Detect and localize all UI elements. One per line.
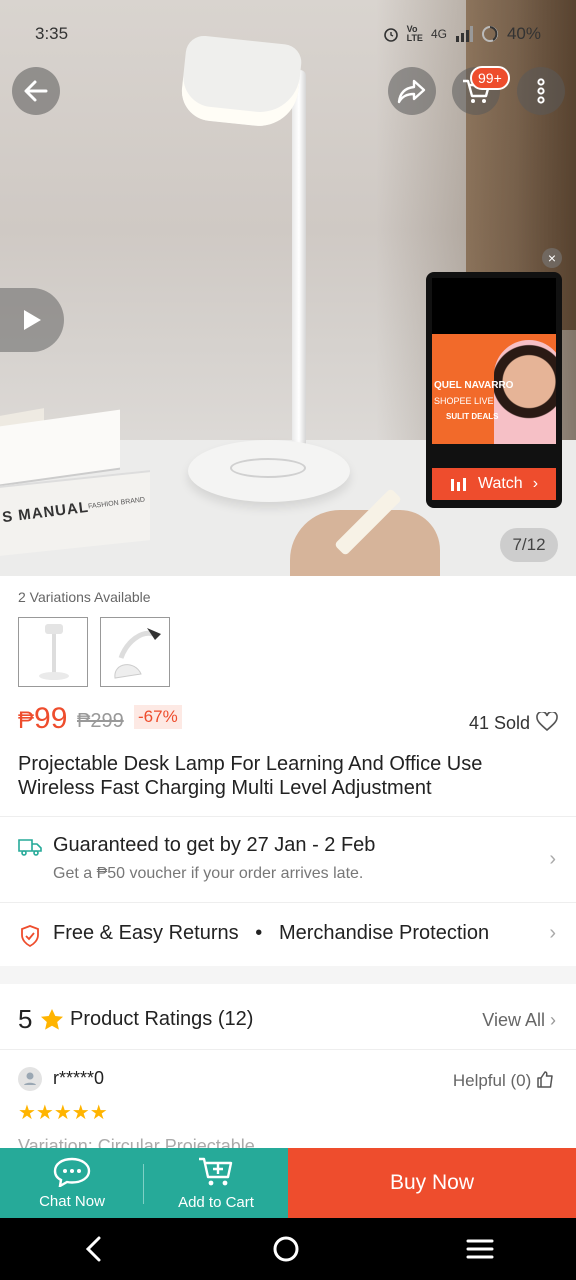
reviewer-name: r*****0 (53, 1068, 105, 1088)
free-returns-label: Free & Easy Returns (53, 922, 239, 944)
merchandise-protection-label: Merchandise Protection (278, 922, 490, 944)
play-video-button[interactable] (0, 288, 64, 352)
lamp-base (188, 440, 350, 502)
shipping-voucher-note: Get a ₱50 voucher if your order arrives … (53, 865, 364, 882)
more-vertical-icon (537, 78, 545, 104)
heart-icon (536, 710, 558, 732)
back-nav-icon[interactable] (82, 1235, 106, 1263)
price-value: 99 (34, 702, 68, 735)
product-title: Projectable Desk Lamp For Learning And O… (18, 753, 483, 799)
battery-level: 40% (506, 24, 541, 43)
live-tagline: SULIT DEALS (446, 412, 499, 421)
more-button[interactable] (517, 67, 565, 115)
truck-icon (18, 839, 42, 856)
buy-now-button[interactable]: Buy Now (288, 1148, 576, 1218)
live-bars-icon (450, 478, 466, 491)
live-brand: SHOPEE LIVE (434, 396, 494, 406)
shipping-guarantee: Guaranteed to get by 27 Jan - 2 Feb (53, 834, 376, 856)
section-separator (0, 966, 576, 984)
divider (0, 902, 576, 903)
status-time: 3:35 (35, 24, 69, 43)
review-variation: Variation: Circular Projectable (18, 1136, 255, 1148)
discount-badge: -67% (134, 705, 182, 729)
price: ₱ 99 (18, 702, 67, 736)
price-currency: ₱ (18, 707, 35, 734)
view-all-ratings-link[interactable]: View All › (482, 1010, 556, 1031)
add-to-cart-icon (199, 1157, 233, 1185)
review-stars: ★★★★★ (18, 1102, 108, 1124)
share-icon (397, 79, 426, 104)
divider (0, 816, 576, 817)
rating-score: 5 (18, 1004, 33, 1034)
variation-thumbnail-1[interactable] (18, 617, 88, 687)
sold-count: 41 Sold (468, 713, 530, 733)
avatar (18, 1067, 42, 1091)
signal-icon (455, 26, 473, 42)
returns-separator: • (255, 922, 263, 944)
system-navigation-bar (0, 1218, 576, 1280)
lamp-pole (292, 70, 306, 460)
live-promo-banner: QUEL NAVARRO SHOPEE LIVE SULIT DEALS (432, 334, 556, 444)
chat-now-button[interactable]: Chat Now (0, 1148, 144, 1218)
host-photo (494, 340, 556, 444)
chat-icon (53, 1157, 91, 1187)
back-button[interactable] (12, 67, 60, 115)
star-icon (41, 1009, 63, 1030)
lte-icon: Vo LTE (406, 24, 423, 43)
like-button[interactable] (536, 710, 558, 737)
home-nav-icon[interactable] (271, 1234, 301, 1264)
view-all-label: View All (482, 1010, 545, 1030)
buy-now-label: Buy Now (389, 1171, 475, 1194)
battery-icon (481, 26, 498, 42)
live-video-area (432, 278, 556, 334)
button-separator (143, 1164, 144, 1204)
alarm-icon (383, 28, 398, 42)
user-icon (24, 1072, 36, 1085)
variation-thumbnail-2[interactable] (100, 617, 170, 687)
thumbs-up-icon (537, 1071, 553, 1088)
chevron-right-icon: › (550, 1010, 556, 1030)
divider (0, 1049, 576, 1050)
chevron-right-icon: › (532, 475, 539, 492)
network-label: 4G (430, 27, 447, 41)
cart-badge: 99+ (470, 66, 510, 90)
chat-now-label: Chat Now (39, 1192, 105, 1210)
ratings-label: Product Ratings (12) (70, 1008, 254, 1030)
status-bar: 3:35 Vo LTE 4G 40% (0, 0, 576, 66)
live-host-name: QUEL NAVARRO (434, 380, 514, 391)
watch-live-button[interactable]: Watch › (432, 468, 556, 500)
live-close-button[interactable]: × (542, 248, 562, 268)
watch-label: Watch (477, 475, 523, 492)
bottom-action-bar: Chat Now Add to Cart Buy Now (0, 1148, 576, 1218)
gooseneck-lamp-thumbnail (114, 628, 161, 679)
menu-nav-icon[interactable] (466, 1237, 494, 1261)
play-icon (24, 310, 41, 330)
arrow-left-icon (24, 80, 48, 102)
helpful-button[interactable]: Helpful (0) (453, 1070, 554, 1091)
chevron-right-icon: › (549, 922, 556, 944)
status-icons: Vo LTE 4G 40% (383, 24, 541, 44)
chevron-right-icon: › (549, 848, 556, 870)
returns-text: Free & Easy Returns • Merchandise Protec… (53, 922, 489, 945)
add-to-cart-button[interactable]: Add to Cart (144, 1148, 288, 1218)
image-counter: 7/12 (500, 528, 558, 562)
live-stream-widget[interactable]: × QUEL NAVARRO SHOPEE LIVE SULIT DEALS W… (426, 248, 562, 508)
shield-icon (21, 925, 39, 947)
original-price: ₱299 (77, 710, 124, 732)
add-to-cart-label: Add to Cart (178, 1193, 254, 1211)
variations-label: 2 Variations Available (18, 589, 151, 605)
share-button[interactable] (388, 67, 436, 115)
helpful-label: Helpful (0) (452, 1071, 532, 1090)
